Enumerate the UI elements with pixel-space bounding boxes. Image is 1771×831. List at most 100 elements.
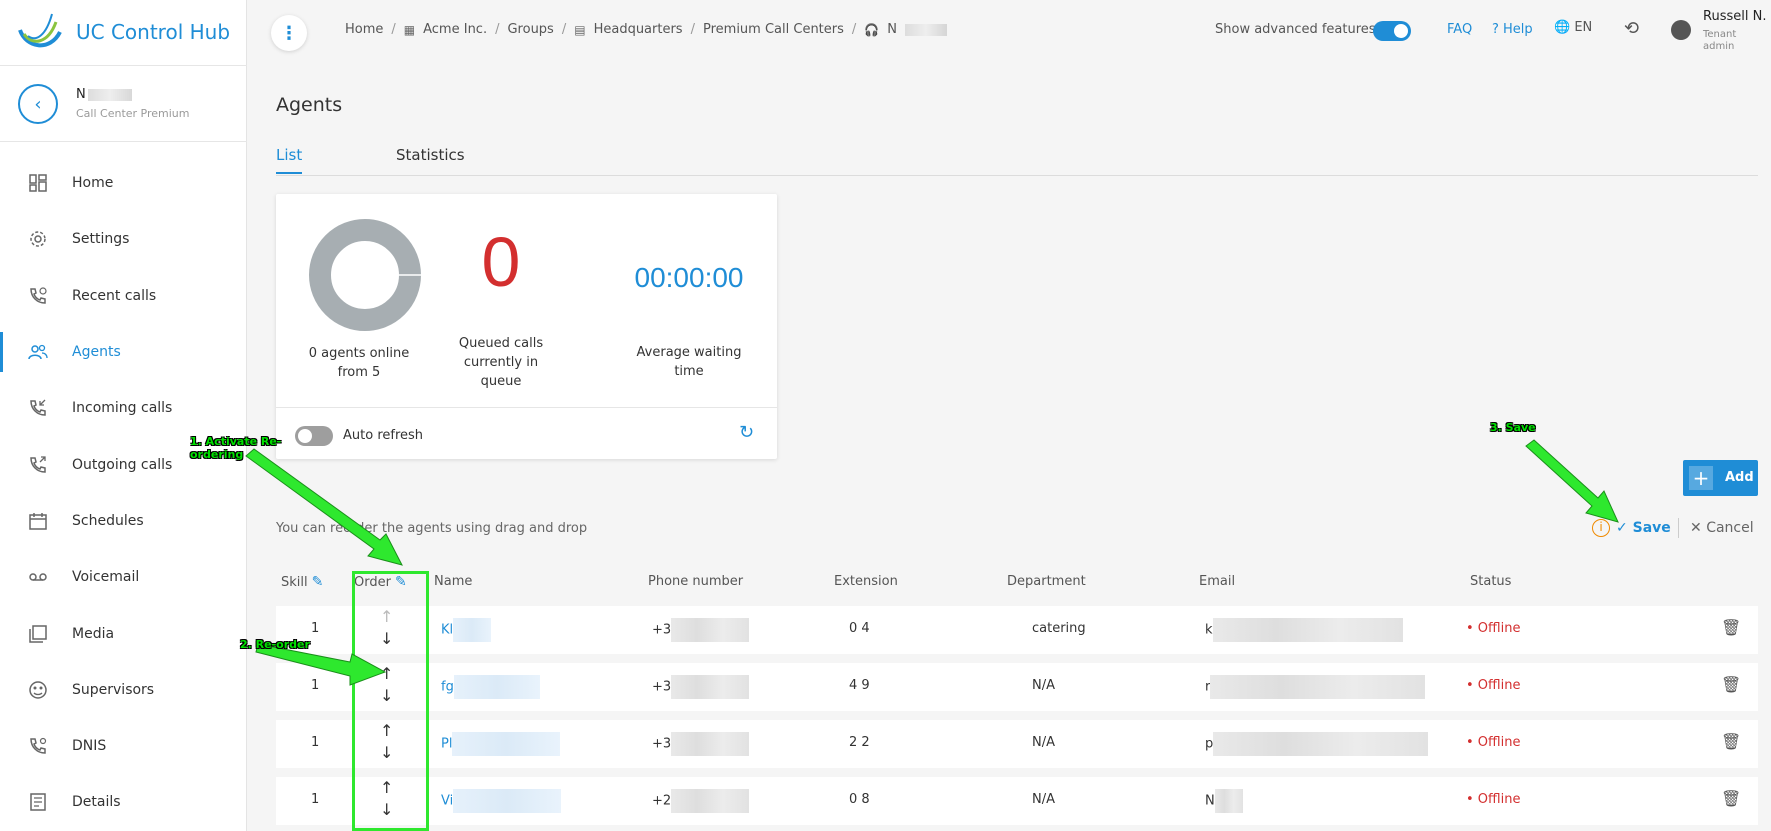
move-up-icon[interactable]: ↑: [380, 666, 393, 682]
agent-name-link[interactable]: Vi: [441, 789, 562, 813]
stats-card: 0 agents online from 5 0 Queued calls cu…: [276, 194, 777, 459]
header-email[interactable]: Email: [1199, 574, 1235, 589]
move-down-icon[interactable]: ↓: [380, 631, 393, 647]
redacted-text: [671, 618, 750, 642]
save-button[interactable]: ✓ Save: [1616, 520, 1671, 536]
header-phone[interactable]: Phone number: [648, 574, 743, 589]
auto-refresh-toggle[interactable]: [295, 426, 333, 446]
move-down-icon[interactable]: ↓: [380, 745, 393, 761]
sidebar-item-supervisors[interactable]: Supervisors: [0, 662, 247, 718]
context-panel: ‹ N Call Center Premium: [0, 66, 247, 142]
email-value: k: [1205, 622, 1213, 638]
email-cell: k: [1205, 618, 1403, 642]
phone-value: +2: [652, 793, 672, 809]
info-icon[interactable]: i: [1592, 519, 1610, 537]
move-down-icon[interactable]: ↓: [380, 802, 393, 818]
sidebar-item-incoming-calls[interactable]: Incoming calls: [0, 380, 247, 436]
advanced-features-label: Show advanced features: [1215, 22, 1376, 37]
breadcrumb-premium[interactable]: Premium Call Centers: [703, 22, 844, 37]
divider: [1678, 518, 1679, 538]
cancel-button[interactable]: ✕ Cancel: [1690, 520, 1754, 536]
app-name: UC Control Hub: [76, 20, 231, 44]
tab-statistics[interactable]: Statistics: [396, 146, 465, 172]
page-title: Agents: [276, 94, 343, 116]
back-button[interactable]: ‹: [18, 84, 58, 124]
faq-link[interactable]: FAQ: [1447, 22, 1472, 37]
language-selector[interactable]: 🌐 EN: [1554, 20, 1592, 35]
trash-icon[interactable]: 🗑: [1721, 618, 1741, 637]
refresh-icon[interactable]: ↻: [739, 422, 754, 443]
redacted-text: [1213, 732, 1429, 756]
sidebar-item-agents[interactable]: Agents: [0, 324, 247, 380]
more-menu-button[interactable]: ⋮: [271, 15, 307, 51]
redacted-text: [453, 789, 562, 813]
breadcrumb-separator: /: [690, 22, 695, 37]
check-icon: ✓: [1616, 520, 1628, 536]
sidebar-item-recent-calls[interactable]: Recent calls: [0, 268, 247, 324]
trash-icon[interactable]: 🗑: [1721, 732, 1741, 751]
table-row[interactable]: 1 ↑ ↓ Pl +3 2 2 N/A p • Offline 🗑: [276, 720, 1758, 768]
user-name[interactable]: Russell N.: [1703, 9, 1766, 24]
users-icon: [28, 344, 48, 360]
add-agent-button[interactable]: + Add: [1683, 460, 1758, 496]
move-down-icon[interactable]: ↓: [380, 688, 393, 704]
history-icon[interactable]: ⟲: [1624, 18, 1639, 39]
table-row[interactable]: 1 ↑ ↓ Kl +3 0 4 catering k • Offline 🗑: [276, 606, 1758, 654]
context-subtitle: Call Center Premium: [76, 107, 190, 120]
agent-name-link[interactable]: fg: [441, 675, 540, 699]
tab-list[interactable]: List: [276, 146, 303, 174]
agents-donut-chart: [309, 219, 421, 331]
redacted-text: [452, 732, 561, 756]
sidebar-item-home[interactable]: Home: [0, 155, 247, 211]
breadcrumb-headquarters[interactable]: Headquarters: [594, 22, 683, 37]
breadcrumb-home[interactable]: Home: [345, 22, 383, 37]
sidebar-item-dnis[interactable]: DNIS: [0, 718, 247, 774]
header-order-label: Order: [354, 575, 391, 590]
table-row[interactable]: 1 ↑ ↓ fg +3 4 9 N/A r • Offline 🗑: [276, 663, 1758, 711]
kebab-icon: ⋮: [280, 22, 298, 44]
sidebar-item-schedules[interactable]: Schedules: [0, 493, 247, 549]
help-link[interactable]: ? Help: [1492, 22, 1533, 37]
header-extension[interactable]: Extension: [834, 574, 898, 589]
breadcrumb-groups[interactable]: Groups: [507, 22, 553, 37]
save-label: Save: [1632, 520, 1671, 536]
sidebar-item-settings[interactable]: Settings: [0, 211, 247, 267]
department-cell: catering: [1032, 621, 1086, 636]
edit-order-icon[interactable]: ✎: [395, 574, 407, 590]
brand[interactable]: UC Control Hub: [0, 0, 247, 66]
avatar[interactable]: [1671, 20, 1691, 40]
move-up-icon[interactable]: ↑: [380, 780, 393, 796]
trash-icon[interactable]: 🗑: [1721, 675, 1741, 694]
sidebar-item-details[interactable]: Details: [0, 774, 247, 830]
language-label: EN: [1574, 20, 1593, 35]
header-department[interactable]: Department: [1007, 574, 1086, 589]
sidebar: UC Control Hub ‹ N Call Center Premium H…: [0, 0, 247, 831]
queued-calls-value: 0: [481, 223, 521, 301]
office-icon: ▤: [574, 22, 586, 37]
table-header: Skill ✎ Order ✎ Name Phone number Extensio…: [276, 574, 1758, 594]
plus-icon: +: [1689, 466, 1713, 490]
header-name[interactable]: Name: [434, 574, 472, 589]
tab-bar: List Statistics: [276, 146, 1758, 176]
header-order: Order ✎: [354, 574, 407, 590]
trash-icon[interactable]: 🗑: [1721, 789, 1741, 808]
sidebar-item-voicemail[interactable]: Voicemail: [0, 549, 247, 605]
status-badge: • Offline: [1466, 678, 1521, 693]
breadcrumb-separator: /: [391, 22, 396, 37]
extension-cell: 0 8: [849, 792, 870, 807]
table-row[interactable]: 1 ↑ ↓ Vi +2 0 8 N/A N • Offline 🗑: [276, 777, 1758, 825]
sidebar-item-media[interactable]: Media: [0, 605, 247, 661]
edit-skill-icon[interactable]: ✎: [312, 574, 324, 590]
redacted-text: [1212, 618, 1403, 642]
annotation-label-1: 1. Activate Re-ordering: [190, 435, 282, 461]
move-up-icon[interactable]: ↑: [380, 723, 393, 739]
header-status[interactable]: Status: [1470, 574, 1511, 589]
skill-cell: 1: [311, 735, 320, 750]
globe-icon: 🌐: [1554, 20, 1571, 35]
advanced-features-toggle[interactable]: [1373, 21, 1411, 41]
breadcrumb-separator: /: [851, 22, 857, 37]
agent-name-link[interactable]: Kl: [441, 618, 492, 642]
agent-name-link[interactable]: Pl: [441, 732, 561, 756]
breadcrumb-org[interactable]: Acme Inc.: [423, 22, 487, 37]
phone-value: +3: [652, 736, 672, 752]
